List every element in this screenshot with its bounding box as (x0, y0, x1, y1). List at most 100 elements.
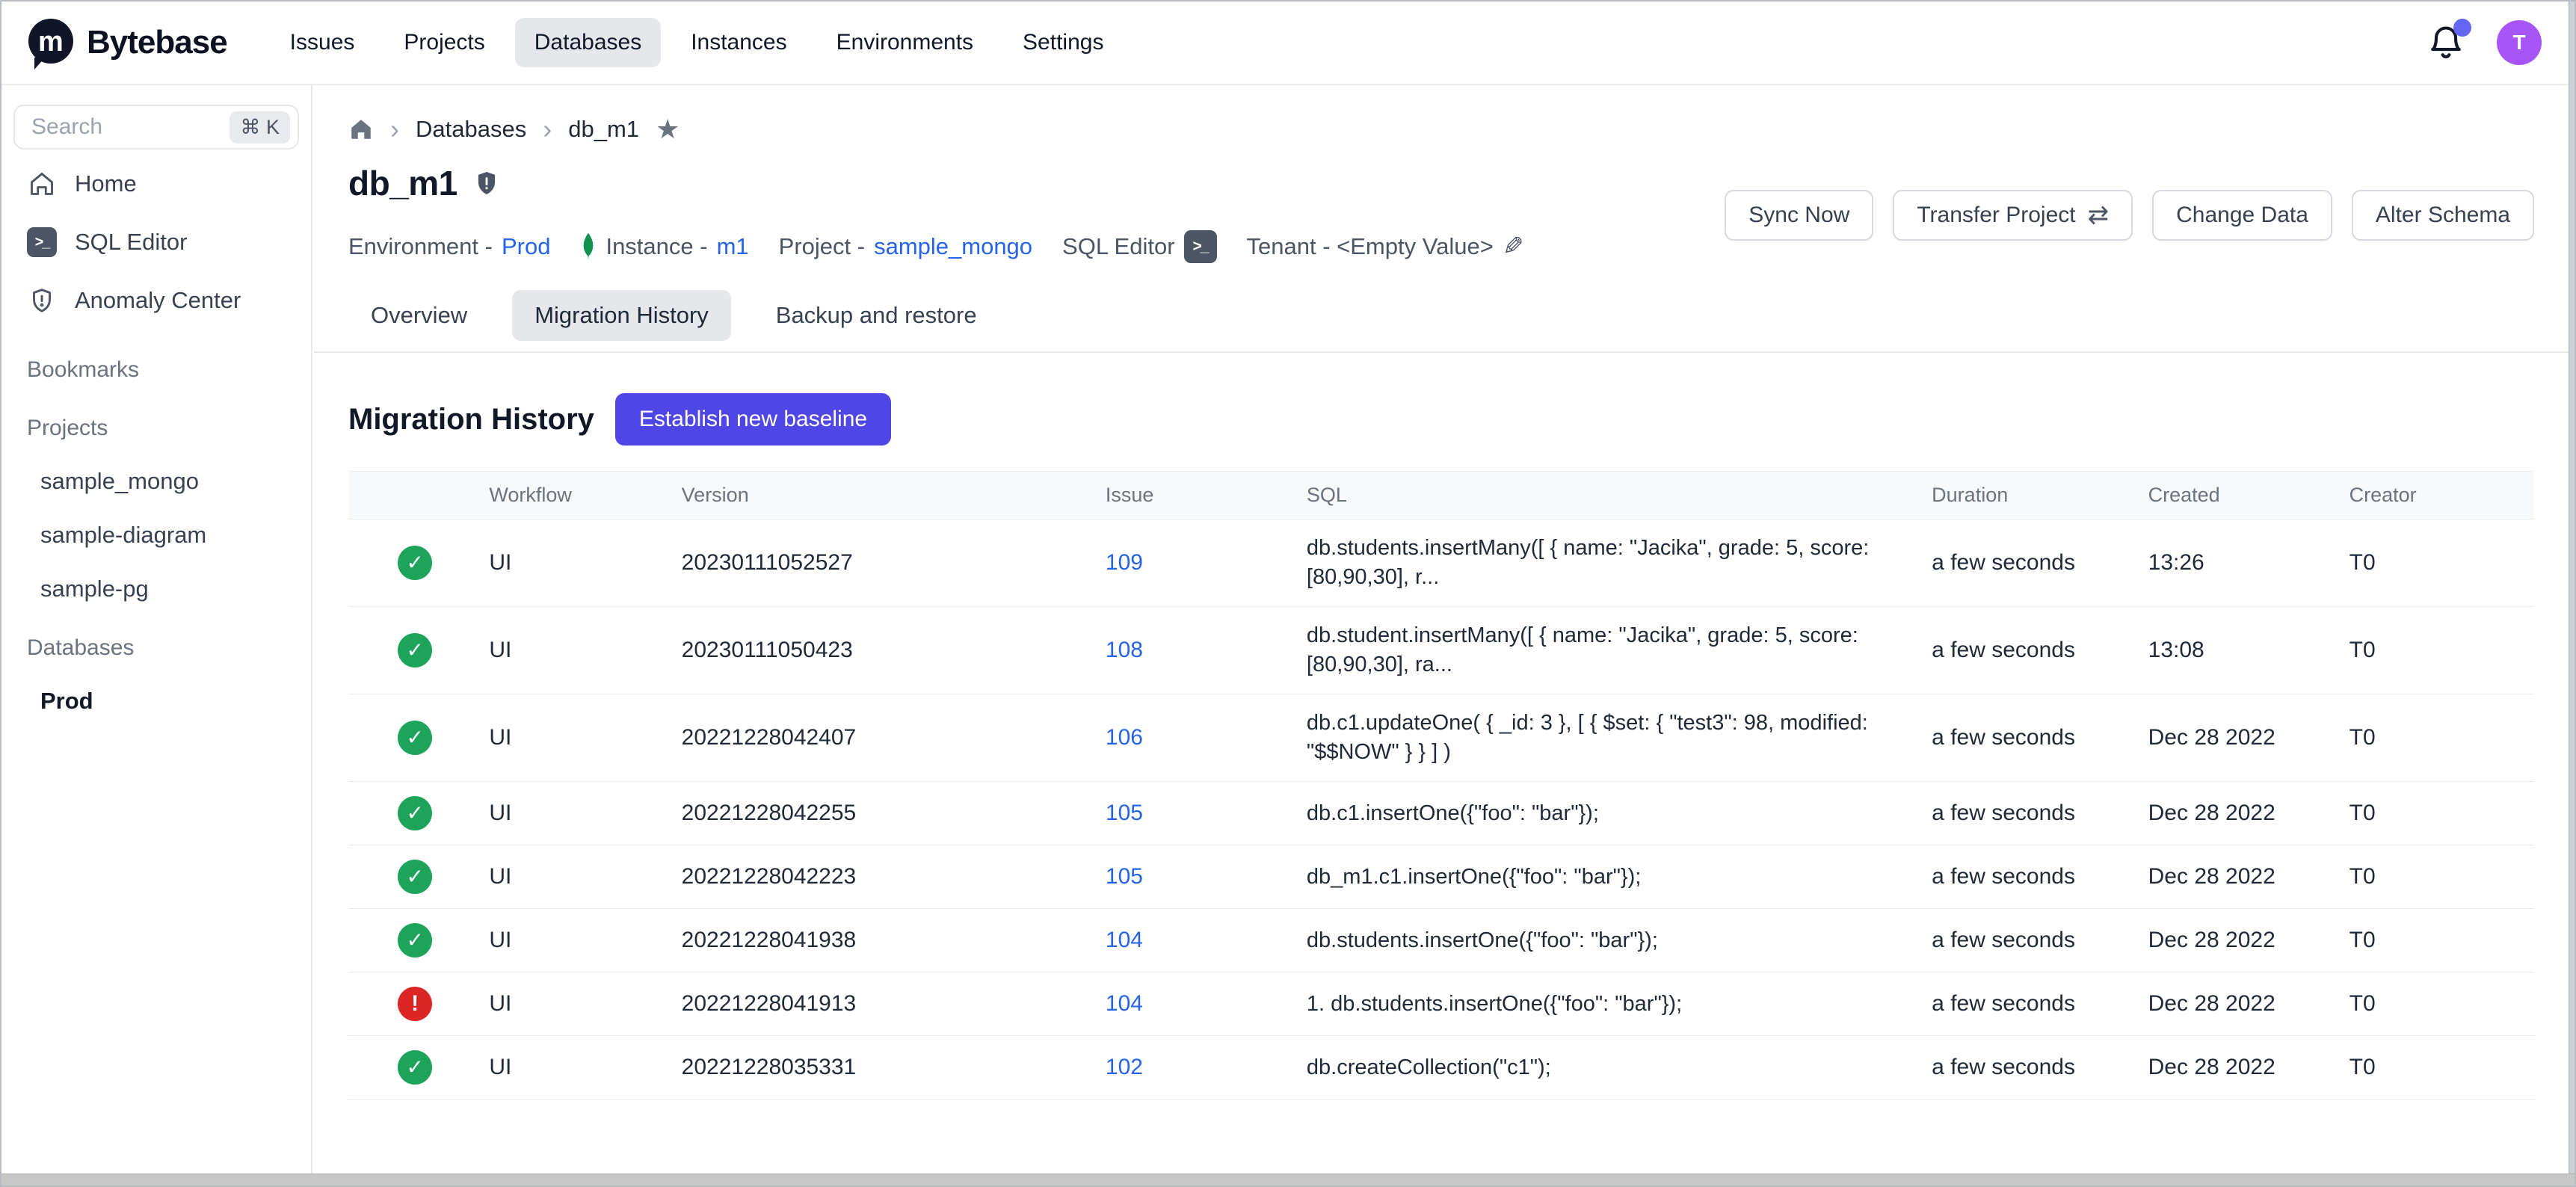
issue-link[interactable]: 104 (1098, 972, 1299, 1036)
status-icon (398, 546, 432, 580)
sidebar-project-item[interactable]: sample_mongo (13, 468, 299, 495)
creator-cell: T0 (2342, 607, 2534, 694)
sidebar-item-label: SQL Editor (75, 229, 187, 256)
sql-cell: db.createCollection("c1"); (1299, 1036, 1924, 1100)
user-avatar[interactable]: T (2497, 20, 2542, 65)
created-cell: Dec 28 2022 (2141, 782, 2342, 845)
creator-cell: T0 (2342, 972, 2534, 1036)
version-cell: 20221228042223 (674, 845, 1098, 909)
status-icon (398, 1050, 432, 1085)
sidebar-item-sql-editor[interactable]: >_ SQL Editor (13, 218, 299, 266)
bookmark-star-icon[interactable]: ★ (656, 114, 680, 145)
tab[interactable]: Migration History (512, 290, 731, 341)
edit-pencil-icon[interactable]: ✎ (1503, 232, 1524, 262)
shield-alert-icon (27, 286, 57, 315)
meta-tenant: Tenant - <Empty Value> ✎ (1247, 232, 1524, 262)
tab[interactable]: Overview (348, 290, 490, 341)
sync-now-button[interactable]: Sync Now (1725, 190, 1873, 241)
meta-sql-editor: SQL Editor >_ (1062, 230, 1216, 263)
sql-editor-terminal-icon[interactable]: >_ (1184, 230, 1217, 263)
nav-item[interactable]: Settings (1003, 18, 1123, 67)
col-workflow: Workflow (481, 472, 674, 519)
page-title: db_m1 (348, 163, 457, 203)
status-icon (398, 796, 432, 830)
tab-divider (314, 351, 2569, 353)
version-cell: 20221228042255 (674, 782, 1098, 845)
status-icon (398, 721, 432, 755)
status-icon (398, 633, 432, 668)
search-input[interactable] (31, 114, 229, 140)
breadcrumb-home-icon[interactable] (348, 117, 374, 142)
issue-link[interactable]: 109 (1098, 519, 1299, 607)
issue-link[interactable]: 106 (1098, 694, 1299, 782)
col-version: Version (674, 472, 1098, 519)
nav-item[interactable]: Environments (817, 18, 993, 67)
nav-item[interactable]: Instances (671, 18, 806, 67)
creator-cell: T0 (2342, 909, 2534, 972)
nav-item[interactable]: Databases (515, 18, 661, 67)
status-cell (348, 845, 481, 909)
table-row: UI 20221228035331 102 db.createCollectio… (348, 1036, 2534, 1100)
meta-instance: Instance - m1 (580, 232, 748, 262)
version-cell: 20230111050423 (674, 607, 1098, 694)
header-actions: Sync Now Transfer Project ⇄ Change Data … (1725, 190, 2534, 241)
duration-cell: a few seconds (1924, 694, 2140, 782)
project-link[interactable]: sample_mongo (874, 233, 1032, 260)
sidebar-item-home[interactable]: Home (13, 160, 299, 208)
workflow-cell: UI (481, 607, 674, 694)
mongodb-leaf-icon (580, 232, 597, 262)
environment-link[interactable]: Prod (502, 233, 550, 260)
instance-link[interactable]: m1 (717, 233, 749, 260)
creator-cell: T0 (2342, 782, 2534, 845)
version-cell: 20221228042407 (674, 694, 1098, 782)
col-sql: SQL (1299, 472, 1924, 519)
version-cell: 20221228041938 (674, 909, 1098, 972)
establish-baseline-button[interactable]: Establish new baseline (615, 393, 891, 445)
issue-link[interactable]: 102 (1098, 1036, 1299, 1100)
notification-bell-icon[interactable] (2426, 23, 2465, 62)
sidebar-project-item[interactable]: sample-diagram (13, 522, 299, 549)
duration-cell: a few seconds (1924, 909, 2140, 972)
status-cell (348, 909, 481, 972)
status-cell (348, 607, 481, 694)
meta-environment: Environment - Prod (348, 233, 550, 260)
table-row: UI 20230111050423 108 db.student.insertM… (348, 607, 2534, 694)
created-cell: Dec 28 2022 (2141, 1036, 2342, 1100)
horizontal-scrollbar[interactable] (1, 1174, 2575, 1186)
nav-item[interactable]: Projects (384, 18, 504, 67)
sidebar-project-item[interactable]: sample-pg (13, 576, 299, 602)
sql-cell: db.students.insertOne({"foo": "bar"}); (1299, 909, 1924, 972)
sidebar-database-item[interactable]: Prod (13, 688, 299, 715)
issue-link[interactable]: 105 (1098, 845, 1299, 909)
alter-schema-button[interactable]: Alter Schema (2352, 190, 2534, 241)
issue-link[interactable]: 105 (1098, 782, 1299, 845)
sidebar-item-anomaly-center[interactable]: Anomaly Center (13, 277, 299, 324)
duration-cell: a few seconds (1924, 972, 2140, 1036)
change-data-button[interactable]: Change Data (2152, 190, 2332, 241)
table-row: UI 20221228042407 106 db.c1.updateOne( {… (348, 694, 2534, 782)
issue-link[interactable]: 104 (1098, 909, 1299, 972)
sidebar: ⌘ K Home >_ SQL Editor Anomaly Center (1, 85, 312, 1174)
vertical-scrollbar[interactable] (2569, 1, 2575, 1175)
breadcrumb-databases[interactable]: Databases (416, 116, 526, 143)
breadcrumb: › Databases › db_m1 ★ (348, 114, 2534, 145)
sql-cell: db.student.insertMany([ { name: "Jacika"… (1299, 607, 1924, 694)
col-status (348, 472, 481, 519)
creator-cell: T0 (2342, 845, 2534, 909)
table-row: UI 20221228042223 105 db_m1.c1.insertOne… (348, 845, 2534, 909)
transfer-project-button[interactable]: Transfer Project ⇄ (1893, 190, 2133, 241)
migration-history-header: Migration History Establish new baseline (348, 393, 2534, 445)
nav-item[interactable]: Issues (271, 18, 375, 67)
status-cell (348, 519, 481, 607)
top-navbar: m Bytebase Issues Projects Databases Ins… (1, 1, 2569, 85)
sidebar-item-label: Home (75, 170, 137, 197)
sidebar-section-databases: Databases (13, 635, 299, 661)
created-cell: Dec 28 2022 (2141, 694, 2342, 782)
issue-link[interactable]: 108 (1098, 607, 1299, 694)
workflow-cell: UI (481, 972, 674, 1036)
chevron-right-icon: › (390, 118, 399, 141)
main-nav: Issues Projects Databases Instances Envi… (271, 18, 1124, 67)
bytebase-logo[interactable]: m Bytebase (28, 19, 227, 67)
search-shortcut-badge: ⌘ K (229, 111, 290, 144)
tab[interactable]: Backup and restore (754, 290, 999, 341)
